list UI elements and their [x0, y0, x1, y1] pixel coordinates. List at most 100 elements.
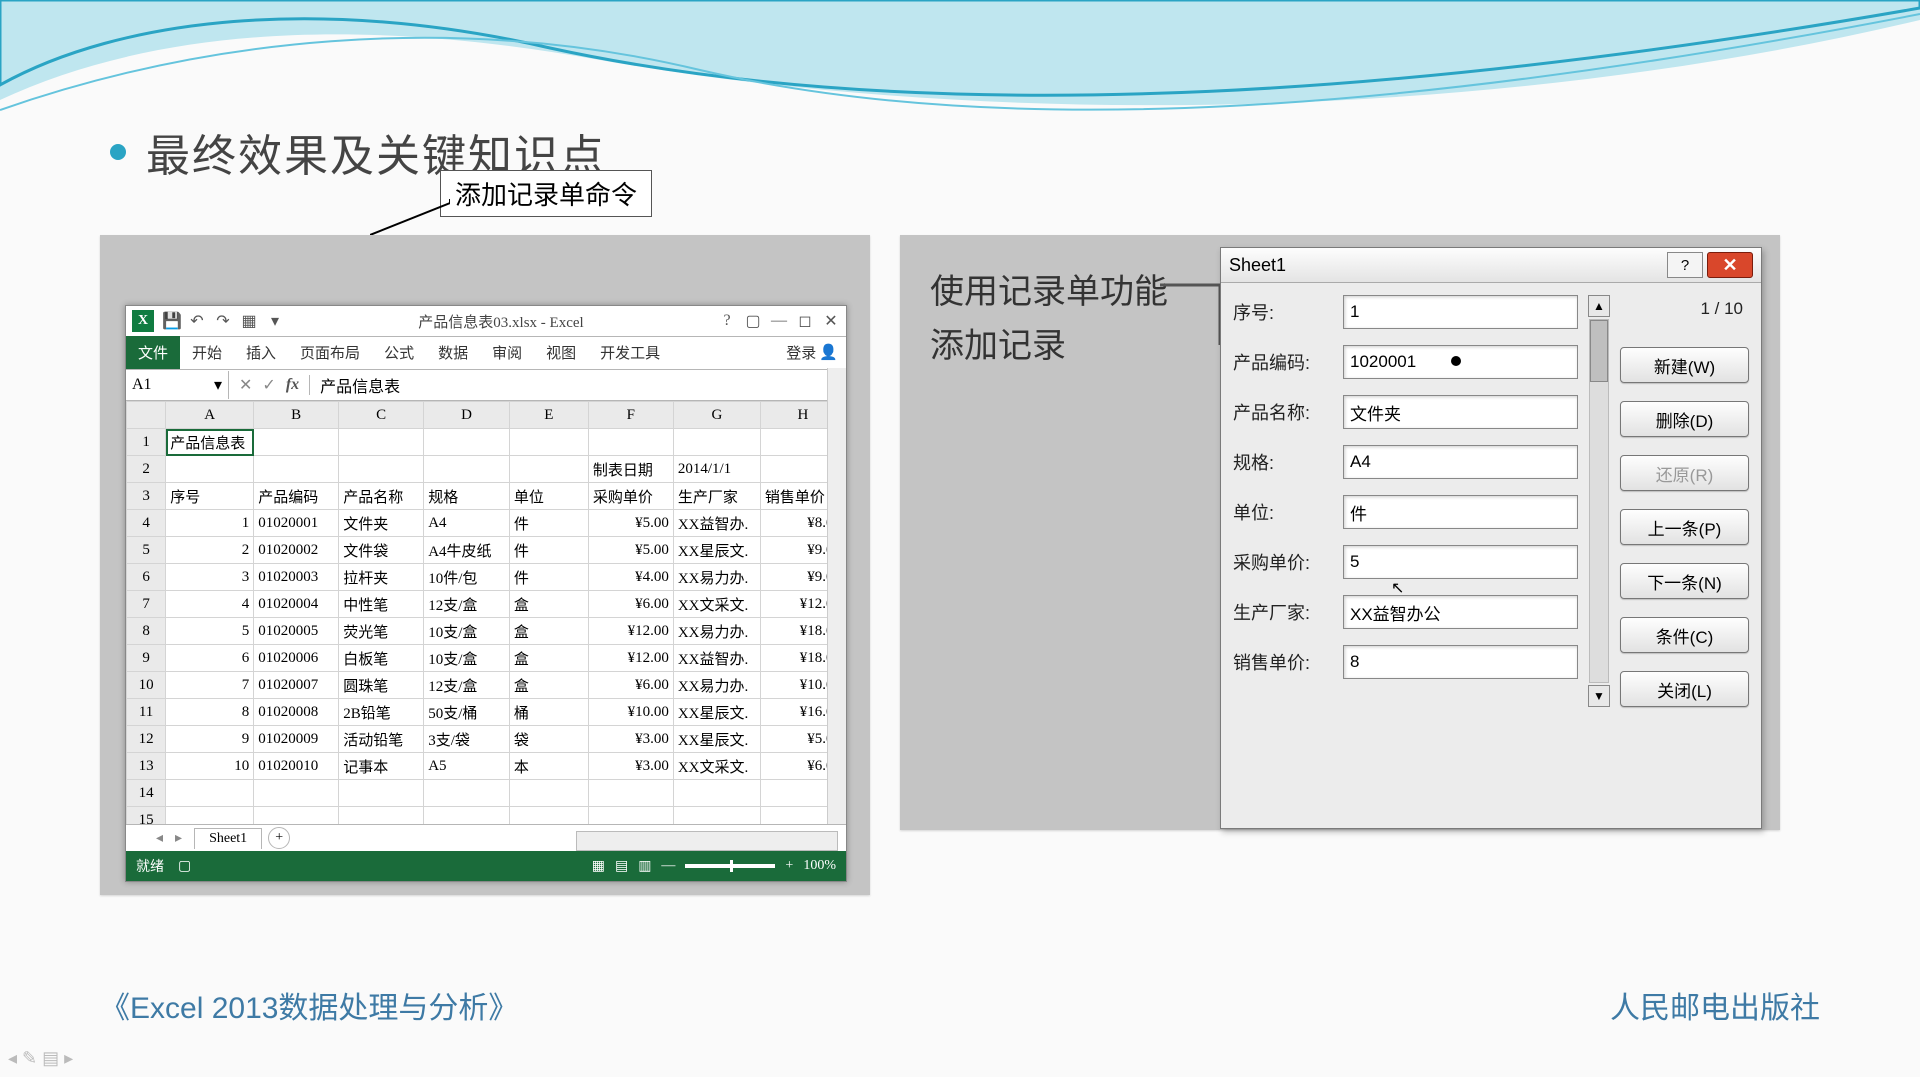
sheet-tab[interactable]: Sheet1	[194, 828, 262, 849]
restore-button[interactable]: 还原(R)	[1620, 455, 1749, 491]
field-label: 产品编码:	[1233, 349, 1343, 375]
form-row: 产品名称:	[1233, 395, 1578, 429]
scroll-track[interactable]	[1589, 319, 1609, 683]
status-bar: 就绪 ▢ ▦ ▤ ▥ — + 100%	[126, 851, 846, 881]
dialog-title: Sheet1	[1229, 255, 1286, 276]
tab-developer[interactable]: 开发工具	[588, 336, 672, 369]
excel-screenshot-panel: 添加记录单命令 X 💾 ↶ ↷ ▦ ▾ 产品信息表03.xlsx - Excel…	[100, 235, 870, 895]
field-label: 采购单价:	[1233, 549, 1343, 575]
tab-pagelayout[interactable]: 页面布局	[288, 336, 372, 369]
window-title: 产品信息表03.xlsx - Excel	[292, 311, 710, 332]
record-counter: 1 / 10	[1620, 295, 1749, 329]
enter-formula-icon[interactable]: ✓	[262, 375, 275, 395]
tab-file[interactable]: 文件	[126, 336, 180, 369]
field-input-7[interactable]	[1343, 645, 1578, 679]
status-ready: 就绪	[136, 856, 164, 876]
new-button[interactable]: 新建(W)	[1620, 347, 1749, 383]
minimize-icon[interactable]: —	[770, 312, 788, 330]
login-link[interactable]: 登录👤	[778, 336, 846, 369]
namebox-dropdown-icon[interactable]: ▾	[214, 375, 222, 395]
field-label: 生产厂家:	[1233, 599, 1343, 625]
form-scrollbar[interactable]: ▲ ▼	[1588, 295, 1610, 707]
field-label: 序号:	[1233, 299, 1343, 325]
qat-dropdown-icon[interactable]: ▾	[266, 311, 284, 331]
data-form-dialog: Sheet1 ? ✕ 序号: 产品编码: 产品名称: 规格: 单位: 采购单价: 生产厂家:…	[1220, 247, 1762, 829]
dialog-close-icon[interactable]: ✕	[1707, 252, 1753, 278]
prev-button[interactable]: 上一条(P)	[1620, 509, 1749, 545]
form-row: 销售单价:	[1233, 645, 1578, 679]
zoom-in-icon[interactable]: +	[785, 858, 793, 874]
delete-button[interactable]: 删除(D)	[1620, 401, 1749, 437]
scroll-thumb[interactable]	[1590, 320, 1608, 382]
tab-formulas[interactable]: 公式	[372, 336, 426, 369]
field-input-6[interactable]	[1343, 595, 1578, 629]
tab-insert[interactable]: 插入	[234, 336, 288, 369]
slide-nav-icons[interactable]: ◂ ✎ ▤ ▸	[8, 1048, 73, 1069]
tab-data[interactable]: 数据	[426, 336, 480, 369]
close-button[interactable]: 关闭(L)	[1620, 671, 1749, 707]
ribbon-display-icon[interactable]: ▢	[744, 311, 762, 331]
form-fields: 序号: 产品编码: 产品名称: 规格: 单位: 采购单价: 生产厂家: 销售单价:	[1233, 295, 1578, 707]
form-command-icon[interactable]: ▦	[240, 311, 258, 331]
save-icon[interactable]: 💾	[162, 311, 180, 331]
tab-home[interactable]: 开始	[180, 336, 234, 369]
mouse-cursor-icon: ↖	[1391, 578, 1404, 598]
form-screenshot-panel: 使用记录单功能 添加记录 Sheet1 ? ✕ 序号: 产品编码: 产品名称: 规格:…	[900, 235, 1780, 830]
footer-right: 人民邮电出版社	[1610, 983, 1820, 1027]
zoom-slider[interactable]	[685, 864, 775, 868]
form-row: 生产厂家:	[1233, 595, 1578, 629]
excel-window: X 💾 ↶ ↷ ▦ ▾ 产品信息表03.xlsx - Excel ? ▢ — ◻…	[125, 305, 847, 882]
help-icon[interactable]: ?	[718, 312, 736, 330]
bullet-dot-icon	[110, 144, 126, 160]
sheet-nav-prev-icon[interactable]: ◂	[156, 830, 163, 847]
add-sheet-icon[interactable]: +	[268, 827, 290, 849]
tab-review[interactable]: 审阅	[480, 336, 534, 369]
vertical-scrollbar[interactable]	[827, 368, 846, 825]
redo-icon[interactable]: ↷	[214, 311, 232, 331]
formula-content[interactable]: 产品信息表	[310, 373, 410, 397]
form-row: 序号:	[1233, 295, 1578, 329]
callout-label: 添加记录单命令	[440, 170, 652, 217]
horizontal-scrollbar[interactable]	[576, 831, 838, 851]
scroll-up-icon[interactable]: ▲	[1588, 295, 1610, 317]
excel-logo-icon: X	[132, 310, 154, 332]
fx-icon[interactable]: fx	[286, 376, 299, 394]
formula-bar: A1▾ ✕ ✓ fx 产品信息表	[126, 370, 846, 401]
tab-view[interactable]: 视图	[534, 336, 588, 369]
field-input-0[interactable]	[1343, 295, 1578, 329]
cancel-formula-icon[interactable]: ✕	[239, 375, 252, 395]
scroll-down-icon[interactable]: ▼	[1588, 685, 1610, 707]
callout-leader-line	[370, 199, 450, 235]
ribbon-tabs: 文件 开始 插入 页面布局 公式 数据 审阅 视图 开发工具 登录👤	[126, 337, 846, 370]
macro-record-icon[interactable]: ▢	[178, 858, 191, 875]
cursor-dot-icon	[1451, 356, 1461, 366]
maximize-icon[interactable]: ◻	[796, 311, 814, 331]
zoom-level[interactable]: 100%	[803, 858, 836, 874]
close-icon[interactable]: ✕	[822, 311, 840, 331]
view-pagelayout-icon[interactable]: ▤	[615, 858, 628, 875]
field-label: 规格:	[1233, 449, 1343, 475]
view-pagebreak-icon[interactable]: ▥	[638, 858, 651, 875]
field-input-5[interactable]	[1343, 545, 1578, 579]
form-row: 规格:	[1233, 445, 1578, 479]
sheet-nav-next-icon[interactable]: ▸	[175, 830, 182, 847]
field-input-2[interactable]	[1343, 395, 1578, 429]
name-box[interactable]: A1▾	[126, 371, 229, 399]
spreadsheet-grid[interactable]: ABCDEFGH1产品信息表2制表日期2014/1/13序号产品编码产品名称规格…	[126, 401, 846, 831]
field-label: 销售单价:	[1233, 649, 1343, 675]
field-input-4[interactable]	[1343, 495, 1578, 529]
form-buttons: 1 / 10 新建(W) 删除(D) 还原(R) 上一条(P) 下一条(N) 条…	[1620, 295, 1749, 707]
field-label: 单位:	[1233, 499, 1343, 525]
form-row: 产品编码:	[1233, 345, 1578, 379]
criteria-button[interactable]: 条件(C)	[1620, 617, 1749, 653]
dialog-help-icon[interactable]: ?	[1667, 252, 1703, 278]
right-caption: 使用记录单功能 添加记录	[930, 265, 1168, 374]
view-normal-icon[interactable]: ▦	[592, 858, 605, 875]
next-button[interactable]: 下一条(N)	[1620, 563, 1749, 599]
field-input-3[interactable]	[1343, 445, 1578, 479]
user-icon: 👤	[819, 343, 838, 362]
undo-icon[interactable]: ↶	[188, 311, 206, 331]
field-label: 产品名称:	[1233, 399, 1343, 425]
zoom-out-icon[interactable]: —	[661, 858, 675, 874]
form-row: 单位:	[1233, 495, 1578, 529]
